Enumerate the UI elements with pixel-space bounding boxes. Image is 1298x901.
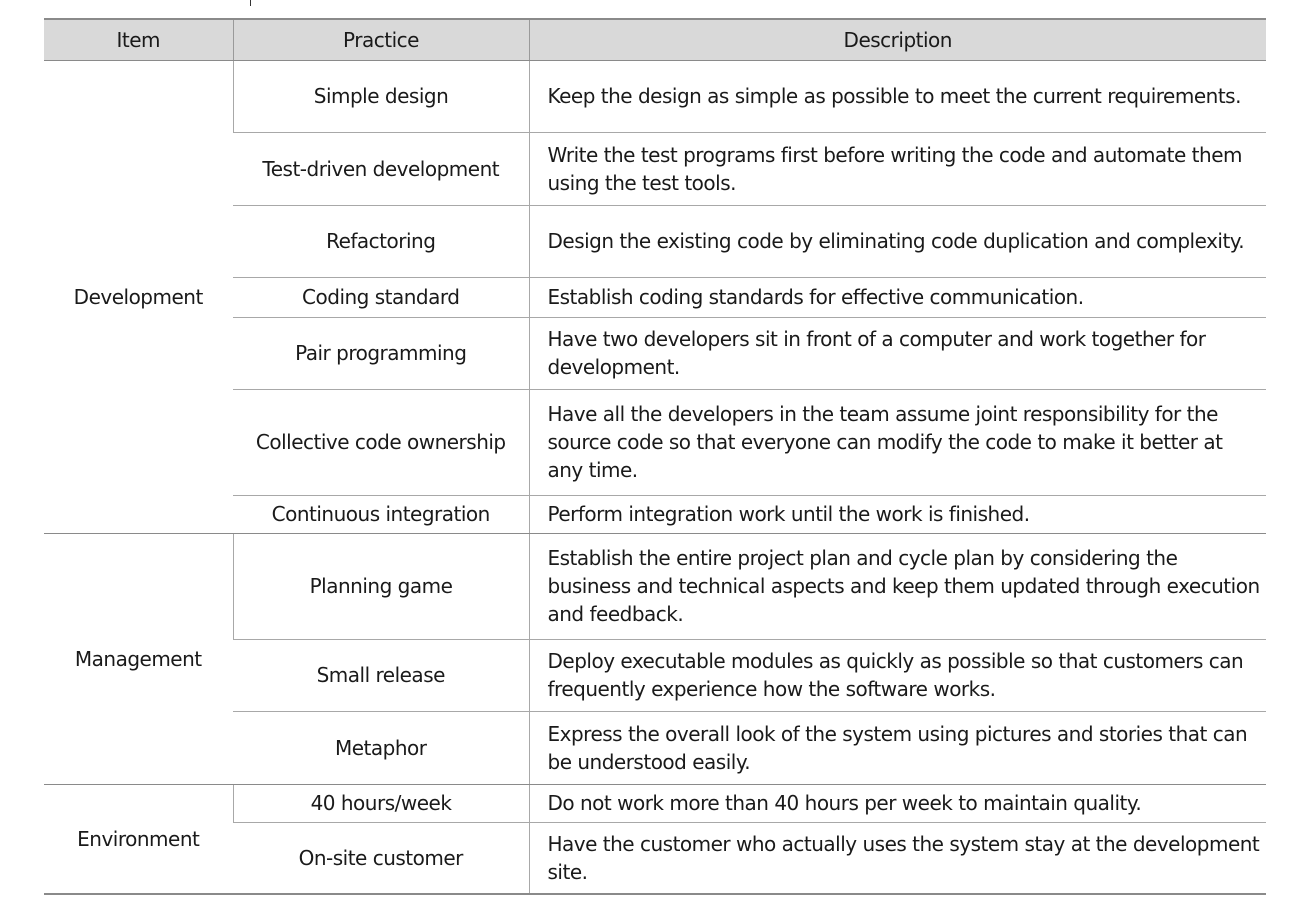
item-cell-environment: Environment xyxy=(44,784,233,895)
item-cell-management: Management xyxy=(44,533,233,785)
header-item: Item xyxy=(44,18,233,61)
practice-cell: Collective code ownership xyxy=(233,389,529,496)
practice-cell: Pair programming xyxy=(233,317,529,390)
table-row: Development Simple design Keep the desig… xyxy=(44,60,1266,534)
practice-cell: Refactoring xyxy=(233,205,529,278)
table-row: Management Planning game Establish the e… xyxy=(44,533,1266,785)
description-cell: Have all the developers in the team assu… xyxy=(528,389,1266,496)
practice-cell: Simple design xyxy=(232,60,529,133)
description-cell: Have two developers sit in front of a co… xyxy=(528,317,1266,390)
description-cell: Perform integration work until the work … xyxy=(528,495,1266,534)
description-cell: Do not work more than 40 hours per week … xyxy=(528,784,1266,823)
description-cell: Keep the design as simple as possible to… xyxy=(528,60,1266,133)
description-cell: Deploy executable modules as quickly as … xyxy=(528,639,1266,712)
item-cell-development: Development xyxy=(44,60,233,534)
practice-cell: Metaphor xyxy=(233,711,529,785)
description-cell: Write the test programs first before wri… xyxy=(528,132,1266,206)
practice-cell: Planning game xyxy=(232,533,529,640)
practice-cell: 40 hours/week xyxy=(232,784,529,823)
description-cell: Express the overall look of the system u… xyxy=(528,711,1266,785)
practice-cell: Continuous integration xyxy=(233,495,529,534)
practice-cell: On-site customer xyxy=(233,822,529,895)
practice-cell: Test-driven development xyxy=(233,132,529,206)
description-cell: Establish coding standards for effective… xyxy=(528,277,1266,318)
practices-table-container: Item Practice Description Development Si… xyxy=(44,18,1266,895)
header-practice: Practice xyxy=(232,18,529,61)
top-edge-mark xyxy=(250,0,255,6)
practice-cell: Small release xyxy=(233,639,529,712)
table-row: Environment 40 hours/week Do not work mo… xyxy=(44,784,1266,895)
description-cell: Have the customer who actually uses the … xyxy=(528,822,1266,895)
header-description: Description xyxy=(528,18,1266,61)
practice-cell: Coding standard xyxy=(233,277,529,318)
practices-table: Item Practice Description Development Si… xyxy=(44,18,1266,895)
description-cell: Design the existing code by eliminating … xyxy=(528,205,1266,278)
table-header-row: Item Practice Description xyxy=(44,18,1266,61)
description-cell: Establish the entire project plan and cy… xyxy=(528,533,1266,640)
